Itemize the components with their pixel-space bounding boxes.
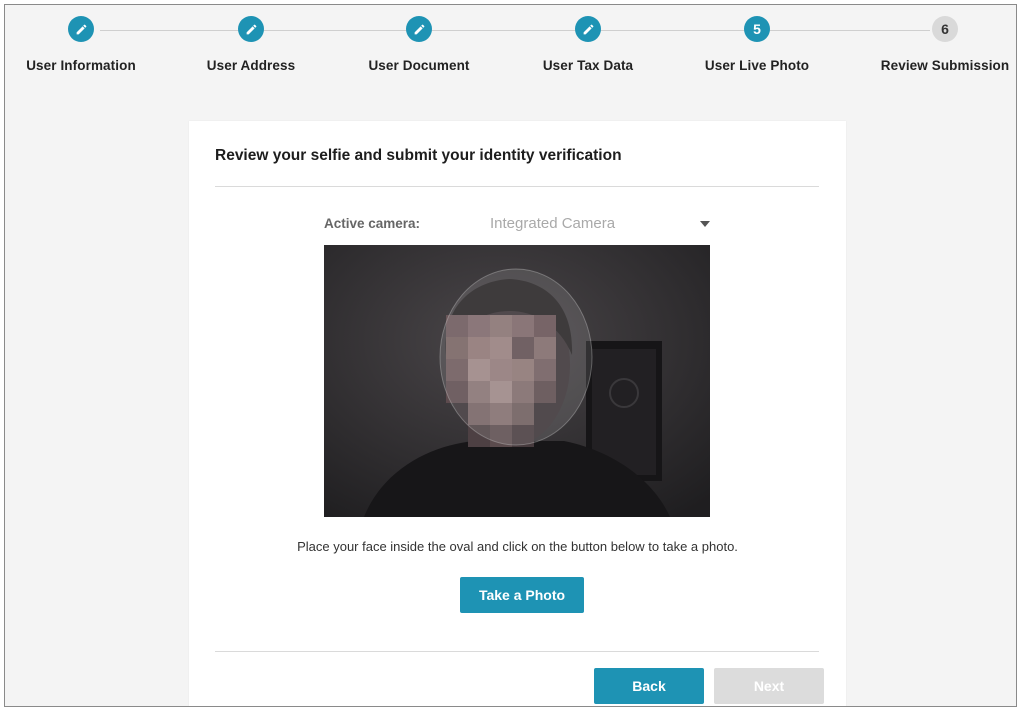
- chevron-down-icon: [700, 221, 710, 227]
- step-user-document[interactable]: User Document: [324, 16, 514, 73]
- step-1-circle: [68, 16, 94, 42]
- next-button[interactable]: Next: [714, 668, 824, 704]
- step-5-circle: 5: [744, 16, 770, 42]
- step-label: User Address: [206, 58, 296, 73]
- step-user-live-photo[interactable]: 5 User Live Photo: [662, 16, 852, 73]
- camera-preview: [324, 245, 710, 517]
- window-frame: User Information User Address User Docum…: [4, 4, 1017, 707]
- step-6-circle: 6: [932, 16, 958, 42]
- footer-divider: [215, 651, 819, 652]
- pencil-icon: [583, 24, 593, 34]
- step-label: Review Submission: [880, 58, 1010, 73]
- step-label: User Tax Data: [542, 58, 634, 73]
- pencil-icon: [414, 24, 424, 34]
- pencil-icon: [246, 24, 256, 34]
- camera-select-value: Integrated Camera: [490, 215, 616, 232]
- take-photo-button[interactable]: Take a Photo: [460, 577, 584, 613]
- step-3-circle: [406, 16, 432, 42]
- step-user-information[interactable]: User Information: [5, 16, 176, 73]
- selfie-review-card: Review your selfie and submit your ident…: [189, 121, 846, 706]
- camera-feed-image: [324, 245, 710, 517]
- step-review-submission[interactable]: 6 Review Submission: [850, 16, 1016, 73]
- step-label: User Document: [368, 58, 470, 73]
- title-divider: [215, 186, 819, 187]
- pencil-icon: [76, 24, 86, 34]
- camera-select[interactable]: Integrated Camera: [490, 213, 710, 237]
- camera-selector-row: Active camera: Integrated Camera: [324, 213, 714, 237]
- back-button[interactable]: Back: [594, 668, 704, 704]
- progress-stepper: User Information User Address User Docum…: [5, 5, 1016, 95]
- step-label: User Live Photo: [704, 58, 810, 73]
- step-user-tax-data[interactable]: User Tax Data: [493, 16, 683, 73]
- card-title: Review your selfie and submit your ident…: [215, 147, 622, 164]
- step-user-address[interactable]: User Address: [156, 16, 346, 73]
- step-2-circle: [238, 16, 264, 42]
- camera-label: Active camera:: [324, 216, 421, 231]
- step-4-circle: [575, 16, 601, 42]
- step-label: User Information: [26, 58, 136, 73]
- instruction-text: Place your face inside the oval and clic…: [297, 539, 738, 554]
